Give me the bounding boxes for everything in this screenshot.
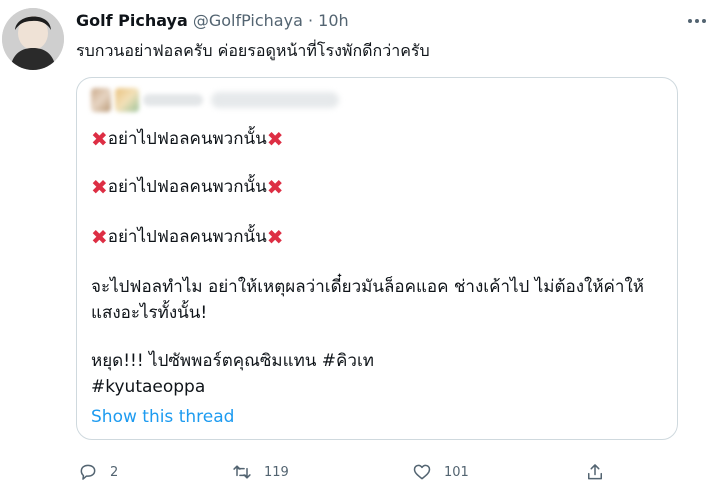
quote-line-text: อย่าไปฟอลคนพวกนั้น xyxy=(107,129,267,149)
cross-mark-icon: ✖ xyxy=(91,127,108,151)
quote-line-2: ✖อย่าไปฟอลคนพวกนั้น✖ xyxy=(91,174,284,200)
quote-line-text: อย่าไปฟอลคนพวกนั้น xyxy=(107,227,267,247)
cross-mark-icon: ✖ xyxy=(266,225,284,249)
blurred-avatar xyxy=(91,88,111,112)
share-icon xyxy=(588,464,602,480)
blurred-handle xyxy=(211,92,339,108)
header-separator: · xyxy=(307,11,314,30)
like-button[interactable]: 101 xyxy=(412,454,469,490)
quote-paragraph-line-2: แสงอะไรทั้งนั้น! xyxy=(91,303,208,323)
quoted-tweet[interactable]: ✖อย่าไปฟอลคนพวกนั้น✖ ✖อย่าไปฟอลคนพวกนั้น… xyxy=(76,77,678,440)
retweet-button[interactable]: 119 xyxy=(232,454,289,490)
reply-count: 2 xyxy=(110,464,119,480)
blurred-name xyxy=(143,94,203,106)
quote-hashtag-line[interactable]: #kyutaeoppa xyxy=(91,374,205,400)
blurred-image xyxy=(115,88,139,112)
retweet-count: 119 xyxy=(264,464,289,480)
quote-line-1: ✖อย่าไปฟอลคนพวกนั้น✖ xyxy=(91,126,284,152)
tweet-header: Golf Pichaya @GolfPichaya · 10h xyxy=(76,10,349,32)
like-count: 101 xyxy=(444,464,469,480)
cross-mark-icon: ✖ xyxy=(266,127,284,151)
author-avatar[interactable] xyxy=(2,8,64,70)
cross-mark-icon: ✖ xyxy=(266,175,284,199)
quote-line-text: อย่าไปฟอลคนพวกนั้น xyxy=(107,177,267,197)
quote-paragraph-line-1: จะไปฟอลทำไม อย่าให้เหตุผลว่าเดี๋ยวมันล็อ… xyxy=(91,277,644,297)
reply-icon xyxy=(80,464,96,480)
retweet-icon xyxy=(233,465,251,479)
tweet-actions: 2 119 101 xyxy=(0,454,716,490)
quote-last-line-1: หยุด!!! ไปซัพพอร์ตคุณซิมแทน #คิวเท xyxy=(91,351,374,371)
author-handle[interactable]: @GolfPichaya xyxy=(193,11,303,30)
cross-mark-icon: ✖ xyxy=(91,175,108,199)
more-icon xyxy=(688,19,706,23)
author-name[interactable]: Golf Pichaya xyxy=(76,11,188,30)
share-button[interactable] xyxy=(585,454,605,490)
show-thread-link[interactable]: Show this thread xyxy=(91,404,234,430)
tweet-text: รบกวนอย่าฟอลครับ ค่อยรอดูหน้าที่โรงพักดี… xyxy=(76,41,430,60)
quote-line-3: ✖อย่าไปฟอลคนพวกนั้น✖ xyxy=(91,224,284,250)
cross-mark-icon: ✖ xyxy=(91,225,108,249)
heart-icon xyxy=(413,464,431,480)
tweet-timestamp[interactable]: 10h xyxy=(318,11,349,30)
reply-button[interactable]: 2 xyxy=(78,454,118,490)
more-options-button[interactable] xyxy=(684,11,710,31)
